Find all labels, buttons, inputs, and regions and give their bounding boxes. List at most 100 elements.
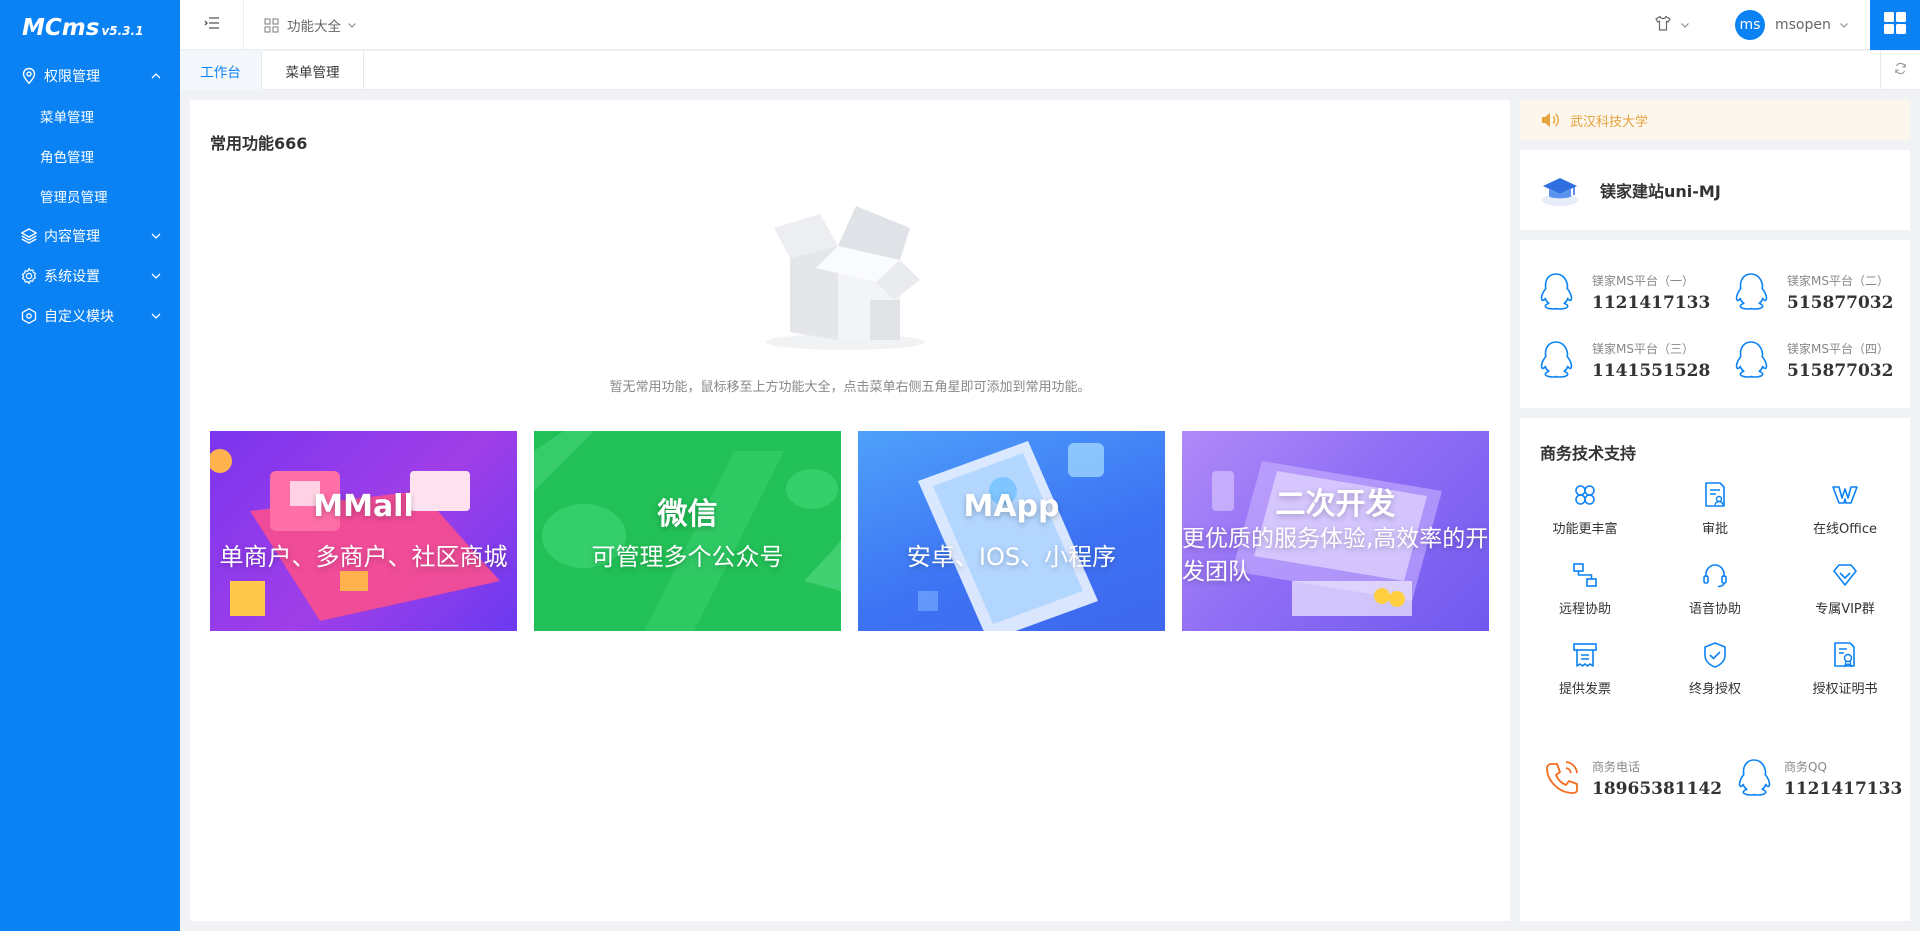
mapp-illustration <box>918 441 1104 631</box>
support-item-license-certificate[interactable]: 授权证明书 <box>1780 640 1910 704</box>
chevron-down-icon <box>150 310 162 322</box>
qq-group-label: 镁家MS平台（一） <box>1592 273 1694 288</box>
qq-icon <box>1536 270 1576 314</box>
chevron-down-icon <box>150 230 162 242</box>
workbench-panel: 常用功能666 暂无常用功能，鼠标移至上方功能大全，点击菜单右侧五角星即可添加到… <box>190 100 1510 921</box>
map-pin-icon <box>20 67 38 85</box>
banner-title: 二次开发 <box>1275 487 1396 522</box>
product-name: 镁家建站uni-MJ <box>1600 182 1721 201</box>
banner-secondary-development[interactable]: 二次开发 更优质的服务体验,高效率的开发团队 <box>1182 431 1489 631</box>
sidebar: MCms v5.3.1 权限管理 菜单管理 角色管理 管理员管理 内容管理 系统… <box>0 0 180 931</box>
invoice-icon <box>1570 640 1600 670</box>
support-item-lifetime-license[interactable]: 终身授权 <box>1650 640 1780 704</box>
gear-icon <box>20 267 38 285</box>
avatar: ms <box>1735 10 1765 40</box>
sidebar-item-role-management[interactable]: 角色管理 <box>0 136 180 176</box>
banner-mapp[interactable]: MApp 安卓、IOS、小程序 <box>858 431 1165 631</box>
banner-subtitle: 单商户、多商户、社区商城 <box>219 543 508 571</box>
product-card[interactable]: 镁家建站uni-MJ <box>1520 150 1910 230</box>
banner-mmall[interactable]: MMall 单商户、多商户、社区商城 <box>210 431 517 631</box>
wps-office-icon <box>1830 480 1860 510</box>
qq-icon <box>1734 756 1774 800</box>
app-version: v5.3.1 <box>101 24 144 38</box>
empty-box-illustration <box>760 190 930 360</box>
notice-bar[interactable]: 武汉科技大学 <box>1520 100 1910 140</box>
refresh-tab-button[interactable] <box>1880 51 1920 90</box>
qq-group-3[interactable]: 镁家MS平台（三） 1141551528 <box>1520 330 1715 390</box>
support-item-more-features[interactable]: 功能更丰富 <box>1520 480 1650 544</box>
chevron-down-icon <box>150 270 162 282</box>
banner-wechat[interactable]: 微信 可管理多个公众号 <box>534 431 841 631</box>
sidebar-group-system-settings[interactable]: 系统设置 <box>0 256 180 296</box>
sidebar-item-admin-management[interactable]: 管理员管理 <box>0 176 180 216</box>
clover-icon <box>1570 480 1600 510</box>
business-qq[interactable]: 商务QQ 1121417133 <box>1734 748 1902 808</box>
qq-group-label: 镁家MS平台（二） <box>1787 273 1889 288</box>
support-item-vip-group[interactable]: 专属VIP群 <box>1780 560 1910 624</box>
function-menu-dropdown[interactable]: 功能大全 <box>264 0 357 50</box>
support-item-invoice[interactable]: 提供发票 <box>1520 640 1650 704</box>
support-item-label: 远程协助 <box>1558 602 1611 617</box>
business-support-card: 商务技术支持 功能更丰富 审批 在线Office 远程协助 语音协助 专属VIP… <box>1520 418 1910 921</box>
sidebar-item-menu-management[interactable]: 菜单管理 <box>0 96 180 136</box>
notice-text: 武汉科技大学 <box>1570 114 1649 130</box>
user-menu[interactable]: ms msopen <box>1735 0 1849 50</box>
tab-label: 工作台 <box>200 64 241 81</box>
support-item-label: 专属VIP群 <box>1815 602 1875 617</box>
tab-menu-management[interactable]: 菜单管理 <box>262 51 364 90</box>
headset-icon <box>1700 560 1730 590</box>
chevron-down-icon <box>1839 20 1849 30</box>
layers-icon <box>20 227 38 245</box>
certificate-icon <box>1830 640 1860 670</box>
remote-flow-icon <box>1570 560 1600 590</box>
speaker-icon <box>1540 111 1560 129</box>
support-item-online-office[interactable]: 在线Office <box>1780 480 1910 544</box>
sidebar-group-permissions[interactable]: 权限管理 <box>0 56 180 96</box>
qq-group-2[interactable]: 镁家MS平台（二） 515877032 <box>1715 262 1910 322</box>
qq-icon <box>1731 270 1771 314</box>
tab-workbench[interactable]: 工作台 <box>180 51 262 90</box>
collapse-menu-button[interactable] <box>180 0 244 50</box>
section-title: 商务技术支持 <box>1540 444 1637 463</box>
sidebar-item-label: 角色管理 <box>40 150 94 166</box>
qq-icon <box>1536 338 1576 382</box>
app-logo[interactable]: MCms v5.3.1 <box>0 0 180 56</box>
support-item-label: 审批 <box>1701 522 1728 537</box>
sidebar-group-custom-module[interactable]: 自定义模块 <box>0 296 180 336</box>
qq-group-1[interactable]: 镁家MS平台（一） 1121417133 <box>1520 262 1715 322</box>
support-item-label: 功能更丰富 <box>1552 522 1618 537</box>
qq-group-number: 1121417133 <box>1592 292 1711 313</box>
banner-title: 微信 <box>657 497 718 532</box>
function-menu-label: 功能大全 <box>287 19 341 35</box>
qq-group-number: 1141551528 <box>1592 360 1711 381</box>
sidebar-group-content[interactable]: 内容管理 <box>0 216 180 256</box>
theme-dropdown[interactable] <box>1654 0 1690 50</box>
sidebar-item-label: 菜单管理 <box>40 110 94 126</box>
support-item-label: 提供发票 <box>1558 682 1611 697</box>
sidebar-group-label: 系统设置 <box>44 269 100 285</box>
banner-title: MMall <box>313 489 414 524</box>
support-item-remote-assist[interactable]: 远程协助 <box>1520 560 1650 624</box>
chevron-down-icon <box>347 20 357 30</box>
qq-group-label: 镁家MS平台（四） <box>1787 341 1889 356</box>
support-item-label: 在线Office <box>1813 522 1877 537</box>
banner-subtitle: 可管理多个公众号 <box>591 543 784 571</box>
apps-grid-button[interactable] <box>1870 0 1920 50</box>
page-tabs: 工作台 菜单管理 <box>180 51 1920 90</box>
sidebar-item-label: 管理员管理 <box>40 190 108 206</box>
contact-number: 1121417133 <box>1784 778 1903 799</box>
support-item-voice-assist[interactable]: 语音协助 <box>1650 560 1780 624</box>
support-item-label: 语音协助 <box>1688 602 1741 617</box>
apps-grid-icon <box>1883 11 1907 39</box>
qq-group-4[interactable]: 镁家MS平台（四） 515877032 <box>1715 330 1910 390</box>
qq-group-label: 镁家MS平台（三） <box>1592 341 1694 356</box>
support-item-approval[interactable]: 审批 <box>1650 480 1780 544</box>
business-phone[interactable]: 商务电话 18965381142 <box>1542 748 1722 808</box>
contact-label: 商务电话 <box>1592 759 1641 774</box>
page-title: 常用功能666 <box>210 134 308 153</box>
chevron-down-icon <box>1680 20 1690 30</box>
banner-title: MApp <box>963 489 1060 524</box>
qq-group-number: 515877032 <box>1787 292 1894 313</box>
approval-doc-icon <box>1700 480 1730 510</box>
support-item-label: 授权证明书 <box>1812 682 1878 697</box>
